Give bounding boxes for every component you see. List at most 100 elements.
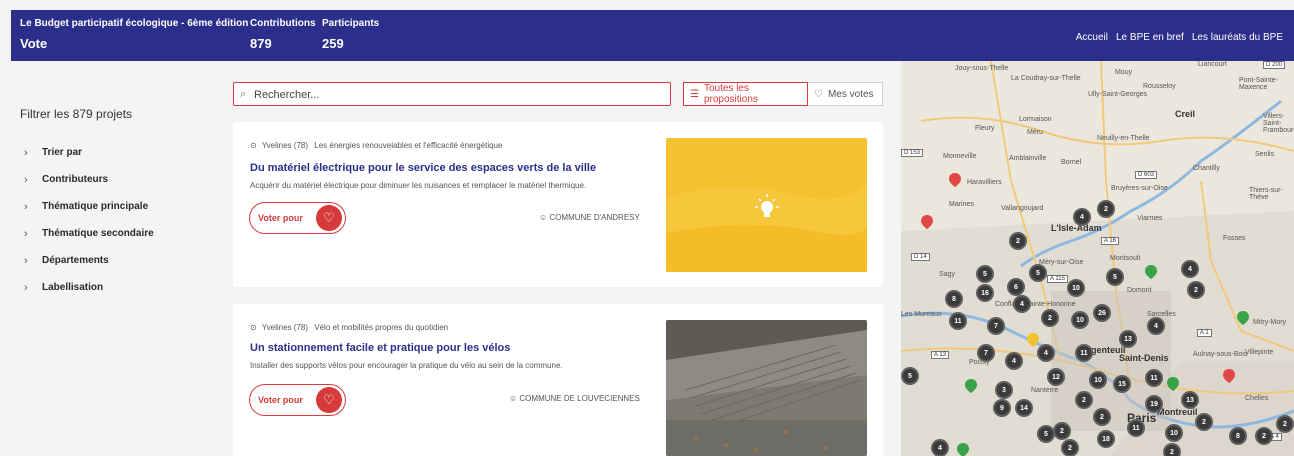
card-theme: Vélo et mobilités propres du quotidien <box>314 323 449 332</box>
map-pin-icon[interactable] <box>1237 311 1249 325</box>
map-cluster[interactable]: 5 <box>1106 268 1124 286</box>
map-cluster[interactable]: 4 <box>1073 208 1091 226</box>
map-cluster[interactable]: 2 <box>1097 200 1115 218</box>
project-card[interactable]: ⊙ Yvelines (78) Vélo et mobilités propre… <box>233 304 883 456</box>
toggle-all-proposals[interactable]: ☰ Toutes les propositions <box>683 82 808 106</box>
map-cluster[interactable]: 18 <box>1097 430 1115 448</box>
filter-contributeurs[interactable]: › Contributeurs <box>24 166 154 193</box>
map-cluster[interactable]: 2 <box>1276 415 1294 433</box>
map-cluster[interactable]: 3 <box>995 381 1013 399</box>
map-cluster[interactable]: 10 <box>1071 311 1089 329</box>
map-cluster[interactable]: 2 <box>1075 391 1093 409</box>
list-icon: ☰ <box>690 88 699 100</box>
map-cluster[interactable]: 8 <box>1229 427 1247 445</box>
site-title[interactable]: Le Budget participatif écologique - 6ème… <box>20 18 248 29</box>
map-pin-icon[interactable] <box>1145 265 1157 279</box>
map-cluster[interactable]: 16 <box>976 284 994 302</box>
card-thumbnail[interactable] <box>666 138 867 272</box>
map-pin-icon[interactable] <box>921 215 933 229</box>
vote-button[interactable]: Voter pour ♡ <box>249 384 346 416</box>
filter-departements[interactable]: › Départements <box>24 247 154 274</box>
map-cluster[interactable]: 2 <box>1009 232 1027 250</box>
map-cluster[interactable]: 19 <box>1145 395 1163 413</box>
map-pin-icon[interactable] <box>1167 377 1179 391</box>
map-cluster[interactable]: 2 <box>1255 427 1273 445</box>
map-label: Creil <box>1175 109 1196 119</box>
project-card[interactable]: ⊙ Yvelines (78) Les énergies renouvelabl… <box>233 122 883 287</box>
map-cluster[interactable]: 5 <box>1037 425 1055 443</box>
map-cluster[interactable]: 2 <box>1041 309 1059 327</box>
card-title[interactable]: Du matériel électrique pour le service d… <box>250 162 596 174</box>
map-cluster[interactable]: 11 <box>949 312 967 330</box>
map-cluster[interactable]: 4 <box>1037 344 1055 362</box>
map-label: Neuilly-en-Thelle <box>1097 135 1150 142</box>
map-cluster[interactable]: 10 <box>1089 371 1107 389</box>
card-thumbnail[interactable] <box>666 320 867 456</box>
filter-list: › Trier par › Contributeurs › Thématique pr… <box>24 139 154 301</box>
map-cluster[interactable]: 2 <box>1061 439 1079 456</box>
map-cluster[interactable]: 7 <box>977 344 995 362</box>
map-cluster[interactable]: 2 <box>1163 443 1181 456</box>
nav-accueil[interactable]: Accueil <box>1076 32 1108 43</box>
map-cluster[interactable]: 15 <box>1113 375 1131 393</box>
filter-sidebar: Filtrer les 879 projets › Trier par › Cont… <box>11 61 224 456</box>
filter-thematique-secondaire[interactable]: › Thématique secondaire <box>24 220 154 247</box>
map-cluster[interactable]: 4 <box>1013 295 1031 313</box>
map-cluster[interactable]: 14 <box>1015 399 1033 417</box>
map-label: Aulnay-sous-Bois <box>1193 351 1248 358</box>
map-cluster[interactable]: 12 <box>1047 368 1065 386</box>
map-cluster[interactable]: 5 <box>976 265 994 283</box>
map-cluster[interactable]: 9 <box>993 399 1011 417</box>
map-label: Montsoult <box>1110 255 1141 262</box>
map-cluster[interactable]: 11 <box>1127 419 1145 437</box>
map-label: Senlis <box>1255 151 1275 158</box>
view-toggle: ☰ Toutes les propositions ♡ Mes votes <box>683 82 883 106</box>
map-label: Monneville <box>943 153 977 160</box>
map-cluster[interactable]: 26 <box>1093 304 1111 322</box>
map-pin-icon[interactable] <box>1223 369 1235 383</box>
map-cluster[interactable]: 4 <box>1005 352 1023 370</box>
location-pin-icon: ⊙ <box>250 323 257 332</box>
filter-label: Contributeurs <box>42 174 109 185</box>
map-cluster[interactable]: 6 <box>1007 278 1025 296</box>
vote-button[interactable]: Voter pour ♡ <box>249 202 346 234</box>
map-pin-icon[interactable] <box>949 173 961 187</box>
author-name: COMMUNE D'ANDRESY <box>549 213 640 222</box>
filter-trier-par[interactable]: › Trier par <box>24 139 154 166</box>
filter-labellisation[interactable]: › Labellisation <box>24 274 154 301</box>
map-cluster[interactable]: 10 <box>1165 424 1183 442</box>
nav-bpe-en-bref[interactable]: Le BPE en bref <box>1116 32 1184 43</box>
map-cluster[interactable]: 11 <box>1145 369 1163 387</box>
map-cluster[interactable]: 4 <box>1181 260 1199 278</box>
map-cluster[interactable]: 5 <box>1029 264 1047 282</box>
map-cluster[interactable]: 7 <box>987 317 1005 335</box>
map-cluster[interactable]: 2 <box>1195 413 1213 431</box>
main-nav: Accueil Le BPE en bref Les lauréats du B… <box>1076 32 1283 43</box>
toggle-label: Toutes les propositions <box>703 83 758 105</box>
map-cluster[interactable]: 11 <box>1075 344 1093 362</box>
map-cluster[interactable]: 4 <box>931 439 949 456</box>
map-cluster[interactable]: 2 <box>1093 408 1111 426</box>
card-description: Installer des supports vélos pour encour… <box>250 361 563 370</box>
filter-thematique-principale[interactable]: › Thématique principale <box>24 193 154 220</box>
map-label: Ully-Saint-Georges <box>1088 91 1148 98</box>
card-theme: Les énergies renouvelables et l'efficaci… <box>314 141 503 150</box>
map-cluster[interactable]: 2 <box>1187 281 1205 299</box>
search-input[interactable] <box>254 86 664 103</box>
map-cluster[interactable]: 2 <box>1053 422 1071 440</box>
toggle-my-votes[interactable]: ♡ Mes votes <box>808 82 883 106</box>
card-title[interactable]: Un stationnement facile et pratique pour… <box>250 342 510 354</box>
map-pin-icon[interactable] <box>965 379 977 393</box>
stat-label: Participants <box>322 18 380 29</box>
map-cluster[interactable]: 5 <box>901 367 919 385</box>
map-cluster[interactable]: 10 <box>1067 279 1085 297</box>
map-cluster[interactable]: 13 <box>1181 391 1199 409</box>
map-pin-icon[interactable] <box>957 443 969 456</box>
map-cluster[interactable]: 8 <box>945 290 963 308</box>
heart-icon: ♡ <box>316 205 342 231</box>
projects-map[interactable]: Jouy-sous-Thelle La Coudray-sur-Thelle M… <box>901 61 1294 456</box>
map-cluster[interactable]: 4 <box>1147 317 1165 335</box>
map-cluster[interactable]: 13 <box>1119 330 1137 348</box>
map-pin-icon[interactable] <box>1027 333 1039 347</box>
nav-laureats[interactable]: Les lauréats du BPE <box>1192 32 1283 43</box>
